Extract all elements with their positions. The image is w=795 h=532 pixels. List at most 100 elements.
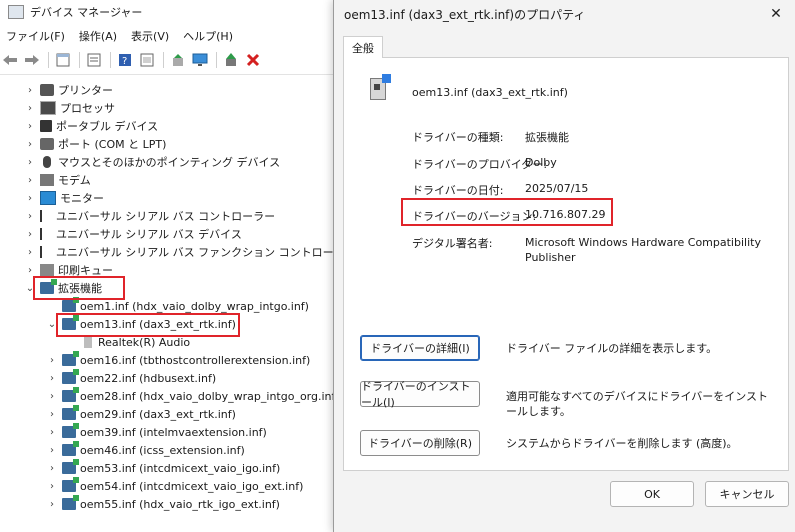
chevron-right-icon[interactable]: ›: [24, 175, 36, 186]
chevron-right-icon[interactable]: ›: [24, 193, 36, 204]
tree-item[interactable]: › マウスとそのほかのポインティング デバイス: [24, 153, 280, 171]
usb-icon: [40, 210, 52, 222]
tree-item[interactable]: › ユニバーサル シリアル バス コントローラー: [24, 207, 275, 225]
menu-file[interactable]: ファイル(F): [0, 28, 71, 44]
driver-details-button[interactable]: ドライバーの詳細(I): [360, 335, 480, 361]
ext-icon: [62, 459, 79, 474]
chevron-right-icon[interactable]: ›: [46, 445, 58, 456]
list-icon[interactable]: [84, 50, 104, 70]
general-panel: oem13.inf (dax3_ext_rtk.inf) ドライバーの種類: 拡…: [343, 57, 789, 471]
tree-item-label: ユニバーサル シリアル バス デバイス: [56, 228, 242, 241]
chevron-right-icon[interactable]: ›: [46, 373, 58, 384]
chevron-right-icon[interactable]: ›: [46, 427, 58, 438]
chevron-right-icon[interactable]: ›: [24, 265, 36, 276]
chevron-right-icon[interactable]: ›: [24, 247, 36, 258]
back-arrow-icon[interactable]: [0, 50, 20, 70]
menu-bar: ファイル(F) 操作(A) 表示(V) ヘルプ(H): [0, 26, 241, 46]
portable-icon: [40, 120, 52, 132]
details-icon[interactable]: [137, 50, 157, 70]
toolbar-separator: [110, 52, 111, 68]
tree-item-label: モニター: [60, 192, 104, 205]
help-icon[interactable]: ?: [115, 50, 135, 70]
tree-item[interactable]: › プロセッサ: [24, 99, 115, 117]
ok-button[interactable]: OK: [610, 481, 694, 507]
tab-general[interactable]: 全般: [343, 36, 383, 58]
tree-item-label: oem29.inf (dax3_ext_rtk.inf): [80, 407, 236, 421]
highlight-box-version: [401, 198, 613, 226]
port-icon: [40, 138, 54, 150]
highlight-box-oem13: [56, 313, 240, 337]
driver-type-label: ドライバーの種類:: [412, 131, 504, 144]
forward-arrow-icon[interactable]: [22, 50, 42, 70]
chevron-right-icon[interactable]: ›: [24, 229, 36, 240]
ext-icon: [62, 495, 79, 510]
menu-view[interactable]: 表示(V): [125, 28, 175, 44]
chevron-right-icon[interactable]: ›: [46, 409, 58, 420]
ext-icon: [62, 441, 79, 456]
enable-device-icon[interactable]: [221, 50, 241, 70]
driver-name: oem13.inf (dax3_ext_rtk.inf): [412, 86, 568, 99]
tree-item[interactable]: › oem22.inf (hdbusext.inf): [46, 369, 216, 387]
tree-item[interactable]: › oem55.inf (hdx_vaio_rtk_igo_ext.inf): [46, 495, 280, 513]
menu-help[interactable]: ヘルプ(H): [177, 28, 239, 44]
driver-package-icon: [370, 74, 392, 100]
tree-item[interactable]: › oem53.inf (intcdmicext_vaio_igo.inf): [46, 459, 280, 477]
chevron-right-icon[interactable]: ›: [46, 463, 58, 474]
toolbar: ?: [0, 48, 340, 72]
tree-item[interactable]: › モデム: [24, 171, 91, 189]
tree-item-label: oem46.inf (icss_extension.inf): [80, 443, 245, 457]
driver-date-value: 2025/07/15: [525, 182, 589, 195]
driver-type-value: 拡張機能: [525, 131, 569, 144]
tree-item-label: oem54.inf (intcdmicext_vaio_igo_ext.inf): [80, 479, 304, 493]
tree-item[interactable]: › oem28.inf (hdx_vaio_dolby_wrap_intgo_or…: [46, 387, 340, 405]
properties-grid-icon[interactable]: [53, 50, 73, 70]
tree-item[interactable]: › プリンター: [24, 81, 113, 99]
tree-item[interactable]: › ユニバーサル シリアル バス デバイス: [24, 225, 242, 243]
ext-icon: [62, 405, 79, 420]
cpu-icon: [40, 101, 56, 115]
tree-item-label: oem1.inf (hdx_vaio_dolby_wrap_intgo.inf): [80, 299, 309, 313]
close-icon[interactable]: ✕: [766, 4, 786, 24]
tree-item[interactable]: › oem54.inf (intcdmicext_vaio_igo_ext.inf…: [46, 477, 303, 495]
tree-item-label: ポート (COM と LPT): [58, 138, 167, 151]
chevron-right-icon[interactable]: ›: [24, 211, 36, 222]
tree-item-label: プロセッサ: [60, 102, 115, 115]
toolbar-separator: [216, 52, 217, 68]
ext-icon: [62, 423, 79, 438]
install-driver-button[interactable]: ドライバーのインストール(I): [360, 380, 480, 409]
monitor-icon[interactable]: [190, 50, 210, 70]
chevron-right-icon[interactable]: ›: [24, 103, 36, 114]
tree-item[interactable]: › oem16.inf (tbthostcontrollerextension.i…: [46, 351, 310, 369]
ext-icon: [62, 351, 79, 366]
tree-item[interactable]: › ユニバーサル シリアル バス ファンクション コントローラー: [24, 243, 356, 261]
remove-driver-button[interactable]: ドライバーの削除(R): [360, 430, 480, 456]
chevron-right-icon[interactable]: ›: [46, 481, 58, 492]
cancel-button[interactable]: キャンセル: [705, 481, 789, 507]
chevron-right-icon[interactable]: ›: [24, 121, 36, 132]
chevron-right-icon[interactable]: ›: [46, 499, 58, 510]
tree-item-label: モデム: [58, 174, 91, 187]
tree-item[interactable]: › ポート (COM と LPT): [24, 135, 166, 153]
update-driver-icon[interactable]: [168, 50, 188, 70]
chevron-right-icon[interactable]: ›: [24, 85, 36, 96]
ext-icon: [62, 297, 79, 312]
menu-action[interactable]: 操作(A): [73, 28, 123, 44]
tree-item-label: Realtek(R) Audio: [98, 335, 191, 349]
toolbar-separator: [163, 52, 164, 68]
chevron-right-icon[interactable]: ›: [46, 355, 58, 366]
usb-icon: [40, 246, 52, 258]
tree-item-label: oem28.inf (hdx_vaio_dolby_wrap_intgo_org…: [80, 389, 340, 403]
tree-item[interactable]: › oem29.inf (dax3_ext_rtk.inf): [46, 405, 236, 423]
tree-item[interactable]: › oem46.inf (icss_extension.inf): [46, 441, 245, 459]
tree-item[interactable]: › oem39.inf (intelmvaextension.inf): [46, 423, 267, 441]
modem-icon: [40, 174, 54, 186]
chevron-right-icon[interactable]: ›: [24, 139, 36, 150]
tree-item[interactable]: › モニター: [24, 189, 104, 207]
properties-dialog: oem13.inf (dax3_ext_rtk.inf)のプロパティ ✕ 全般 …: [333, 0, 795, 532]
speaker-icon: [84, 336, 92, 348]
remove-driver-description: システムからドライバーを削除します (高度)。: [506, 437, 738, 450]
chevron-right-icon[interactable]: ›: [46, 391, 58, 402]
tree-item[interactable]: › ポータブル デバイス: [24, 117, 158, 135]
chevron-right-icon[interactable]: ›: [24, 157, 36, 168]
remove-device-icon[interactable]: [243, 50, 263, 70]
